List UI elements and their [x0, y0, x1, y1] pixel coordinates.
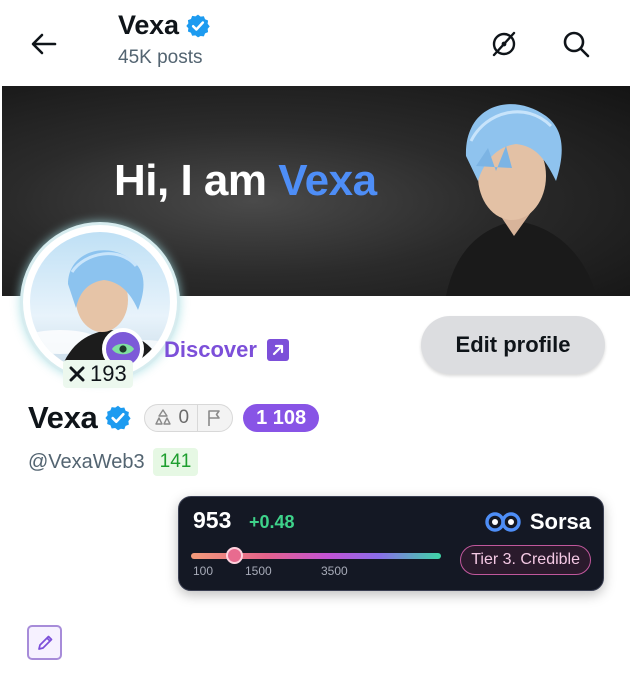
tier-badge: Tier 3. Credible	[460, 545, 591, 575]
purple-score-badge: 1 108	[243, 404, 320, 432]
profile-name-row: Vexa 0 1 108	[28, 400, 320, 436]
sorsa-tick: 100	[193, 564, 214, 578]
eye-icon	[112, 343, 134, 355]
verified-badge-icon	[186, 14, 210, 37]
green-score-badge: 141	[152, 448, 199, 476]
x-score-value: 193	[90, 361, 127, 386]
external-link-icon	[266, 339, 289, 361]
flag-icon	[208, 410, 220, 426]
pill-divider	[197, 404, 199, 432]
header-title: Vexa	[118, 10, 179, 40]
avatar-illustration	[30, 250, 170, 372]
edit-pen-button[interactable]	[27, 625, 62, 660]
sorsa-score-slider	[191, 547, 441, 564]
sorsa-tick: 3500	[321, 564, 348, 578]
sorsa-delta: +0.48	[249, 512, 295, 532]
arrow-left-icon	[31, 33, 57, 55]
sorsa-tick: 1500	[245, 564, 272, 578]
avatar	[30, 232, 170, 372]
sorsa-score-card[interactable]: 953 +0.48 Sorsa 100 1500 3500 Tier 3. Cr…	[178, 496, 604, 591]
search-button[interactable]	[556, 24, 596, 64]
back-button[interactable]	[26, 26, 62, 62]
recycle-flag-pill[interactable]: 0	[143, 404, 234, 432]
profile-name: Vexa	[28, 400, 98, 435]
banner-headline: Hi, I am Vexa	[114, 156, 377, 206]
discover-link[interactable]: Discover	[164, 337, 289, 363]
x-score-badge: 193	[63, 360, 133, 388]
sorsa-tick-labels: 100 1500 3500	[191, 564, 441, 580]
discover-label: Discover	[164, 337, 257, 362]
sorsa-brand-name: Sorsa	[529, 509, 591, 534]
sorsa-score: 953	[193, 507, 232, 533]
top-header: Vexa 45K posts	[0, 0, 632, 86]
banner-character-illustration	[446, 104, 596, 296]
banner-highlight: Vexa	[278, 156, 377, 205]
sorsa-logo-icon	[485, 512, 521, 532]
verified-badge-icon	[104, 405, 131, 431]
edit-profile-button[interactable]: Edit profile	[421, 316, 605, 374]
posts-count: 45K posts	[118, 47, 203, 68]
sorsa-brand: Sorsa	[484, 509, 591, 535]
pencil-icon	[37, 635, 52, 650]
avatar-ring[interactable]	[23, 225, 177, 379]
handle-row: @VexaWeb3 141	[28, 448, 199, 476]
sorsa-slider-thumb	[225, 547, 243, 564]
compass-slash-icon	[492, 31, 516, 57]
explore-button[interactable]	[484, 24, 524, 64]
recycle-count: 0	[178, 407, 190, 428]
search-icon	[563, 31, 590, 58]
x-logo-icon	[69, 366, 85, 382]
banner-greeting: Hi, I am	[114, 156, 279, 205]
profile-handle: @VexaWeb3	[28, 450, 145, 473]
recycle-icon	[154, 409, 171, 425]
header-title-block: Vexa 45K posts	[118, 10, 211, 69]
